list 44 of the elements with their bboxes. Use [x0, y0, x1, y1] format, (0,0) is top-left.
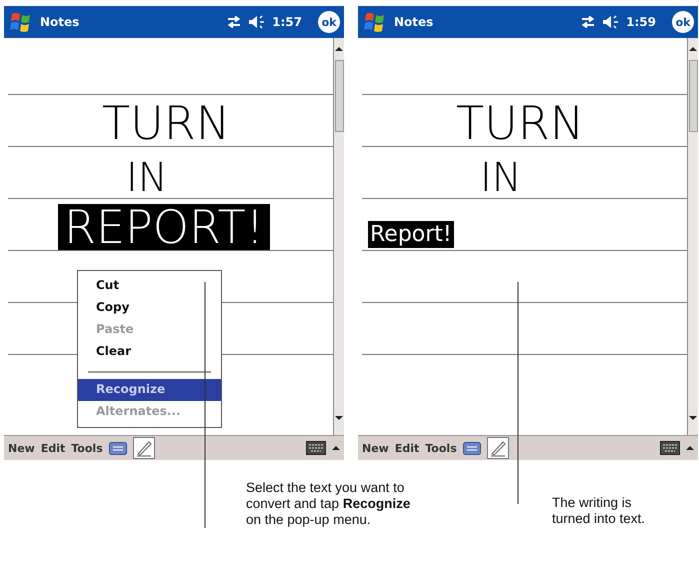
menu-option[interactable]: Cut: [78, 275, 221, 297]
ok-button[interactable]: ok: [318, 11, 340, 33]
menu-item[interactable]: New: [8, 442, 35, 454]
menu-item[interactable]: Tools: [425, 442, 457, 454]
keyboard-icon[interactable]: [660, 441, 680, 455]
menu-option[interactable]: Recognize: [78, 379, 221, 401]
pen-icon[interactable]: [486, 437, 509, 459]
up-arrow-icon[interactable]: [332, 445, 340, 451]
up-arrow-icon[interactable]: [686, 445, 694, 451]
down-arrow-icon[interactable]: [689, 415, 697, 421]
menu-item[interactable]: New: [362, 442, 389, 454]
handwritten-text: IN: [125, 158, 169, 198]
ok-button[interactable]: ok: [672, 11, 694, 33]
speaker-icon[interactable]: [248, 15, 266, 29]
menu-option[interactable]: Clear: [78, 341, 221, 363]
pen-icon[interactable]: [132, 437, 155, 459]
handwritten-text: TURN: [455, 100, 586, 146]
caption-text: The writing is turned into text.: [552, 495, 646, 527]
down-arrow-icon[interactable]: [335, 415, 343, 421]
note-text: Report!: [368, 221, 454, 248]
scrollbar[interactable]: [687, 38, 698, 435]
menu-item[interactable]: Tools: [71, 442, 103, 454]
menu-option[interactable]: Copy: [78, 297, 221, 319]
keyboard-icon[interactable]: [462, 442, 481, 454]
connectivity-icon[interactable]: [580, 16, 596, 28]
keyboard-icon[interactable]: [108, 442, 127, 454]
handwritten-text: TURN: [101, 100, 232, 146]
scrollbar[interactable]: [333, 38, 344, 435]
speaker-icon[interactable]: [602, 15, 620, 29]
app-title: Notes: [40, 15, 80, 29]
app-title: Notes: [394, 15, 434, 29]
menu-item[interactable]: Edit: [394, 442, 420, 454]
clock-time: 1:59: [626, 15, 656, 29]
clock-time: 1:57: [272, 15, 302, 29]
caption-text: Select the text you want to convert and tap Recognize on the pop-up menu.: [246, 480, 412, 528]
menu-item[interactable]: Edit: [40, 442, 66, 454]
scroll-thumb[interactable]: [334, 60, 344, 132]
up-arrow-icon[interactable]: [335, 46, 343, 52]
handwritten-text: IN: [479, 158, 523, 198]
handwritten-text: REPORT!: [58, 204, 270, 250]
up-arrow-icon[interactable]: [689, 46, 697, 52]
connectivity-icon[interactable]: [226, 16, 242, 28]
keyboard-icon[interactable]: [306, 441, 326, 455]
scroll-thumb[interactable]: [688, 60, 698, 132]
